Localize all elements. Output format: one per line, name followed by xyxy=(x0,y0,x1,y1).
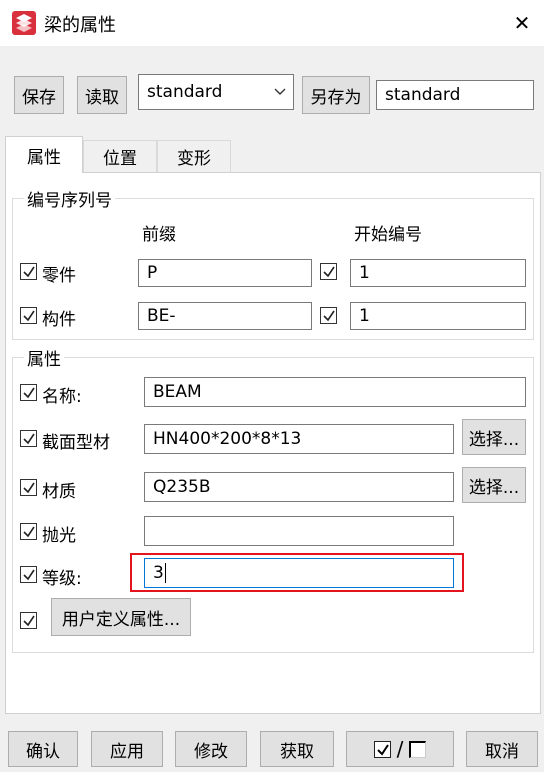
ok-button[interactable]: 确认 xyxy=(8,731,78,767)
tab-properties[interactable]: 属性 xyxy=(5,136,83,173)
class-input-value: 3 xyxy=(153,563,164,583)
app-logo-icon xyxy=(12,11,36,35)
assembly-numbering-checkbox[interactable] xyxy=(20,307,37,324)
start-number-header: 开始编号 xyxy=(354,225,422,245)
profile-checkbox[interactable] xyxy=(20,430,37,447)
tab-position[interactable]: 位置 xyxy=(83,140,157,172)
chevron-down-icon xyxy=(273,83,287,103)
profile-label: 截面型材 xyxy=(42,433,110,453)
class-label: 等级: xyxy=(42,569,82,589)
get-button[interactable]: 获取 xyxy=(260,731,334,767)
material-select-button[interactable]: 选择... xyxy=(462,467,526,503)
assembly-start-input[interactable]: 1 xyxy=(350,302,526,330)
preset-select[interactable]: standard xyxy=(138,74,294,110)
text-cursor xyxy=(164,563,166,583)
modify-button[interactable]: 修改 xyxy=(175,731,247,767)
profile-select-button[interactable]: 选择... xyxy=(462,419,526,455)
profile-input[interactable]: HN400*200*8*13 xyxy=(144,424,454,454)
tab-deformation[interactable]: 变形 xyxy=(157,140,231,172)
assembly-start-checkbox[interactable] xyxy=(320,307,337,324)
toggle-all-button[interactable]: / xyxy=(346,731,454,767)
part-start-input[interactable]: 1 xyxy=(350,259,526,287)
material-label: 材质 xyxy=(42,482,76,502)
close-button[interactable]: ✕ xyxy=(500,4,544,42)
close-icon: ✕ xyxy=(513,11,531,35)
part-numbering-checkbox[interactable] xyxy=(20,263,37,280)
attributes-group-title: 属性 xyxy=(24,345,64,370)
unchecked-box-icon xyxy=(409,740,427,758)
class-checkbox[interactable] xyxy=(20,566,37,583)
finish-input[interactable] xyxy=(144,516,454,546)
assembly-prefix-input[interactable]: BE- xyxy=(138,302,312,330)
preset-select-value: standard xyxy=(147,82,223,102)
window-title: 梁的属性 xyxy=(44,15,116,36)
save-as-button[interactable]: 另存为 xyxy=(302,76,370,114)
title-bar: 梁的属性 ✕ xyxy=(0,0,544,46)
checked-box-icon xyxy=(373,740,391,758)
class-input[interactable]: 3 xyxy=(144,558,454,588)
name-label: 名称: xyxy=(42,387,82,407)
name-checkbox[interactable] xyxy=(20,384,37,401)
finish-checkbox[interactable] xyxy=(20,523,37,540)
user-defined-attributes-button[interactable]: 用户定义属性... xyxy=(51,598,191,636)
name-input[interactable]: BEAM xyxy=(144,377,526,407)
load-button[interactable]: 读取 xyxy=(77,76,127,114)
toggle-slash: / xyxy=(396,737,404,761)
cancel-button[interactable]: 取消 xyxy=(466,731,538,767)
prefix-header: 前缀 xyxy=(142,225,176,245)
part-label: 零件 xyxy=(42,266,76,286)
numbering-group-title: 编号序列号 xyxy=(24,186,115,211)
material-checkbox[interactable] xyxy=(20,479,37,496)
part-prefix-input[interactable]: P xyxy=(138,259,312,287)
apply-button[interactable]: 应用 xyxy=(91,731,163,767)
udf-checkbox[interactable] xyxy=(20,612,37,629)
material-input[interactable]: Q235B xyxy=(144,472,454,502)
save-button[interactable]: 保存 xyxy=(14,76,64,114)
part-start-checkbox[interactable] xyxy=(320,263,337,280)
assembly-label: 构件 xyxy=(42,310,76,330)
save-as-name-input[interactable]: standard xyxy=(376,80,534,110)
finish-label: 抛光 xyxy=(42,526,76,546)
